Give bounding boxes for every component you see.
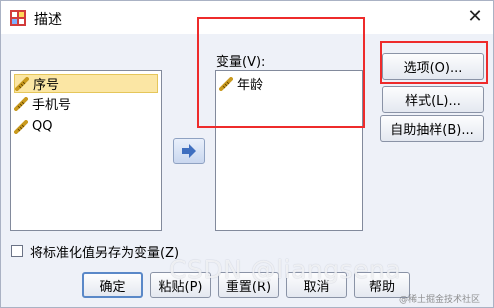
title-bar: 描述 ✕ (1, 1, 493, 34)
source-variable-list[interactable]: 序号 手机号 QQ (10, 70, 162, 231)
variables-list[interactable]: 年龄 (215, 70, 363, 231)
help-button[interactable]: 帮助 (354, 272, 410, 298)
list-item[interactable]: 序号 (14, 74, 158, 93)
options-button[interactable]: 选项(O)... (382, 53, 484, 80)
close-icon[interactable]: ✕ (463, 4, 487, 30)
list-item-label: 序号 (33, 78, 60, 93)
paste-button[interactable]: 粘贴(P) (150, 272, 211, 298)
style-button[interactable]: 样式(L)... (382, 86, 484, 113)
reset-button[interactable]: 重置(R) (218, 272, 279, 298)
ruler-icon (14, 119, 28, 134)
ruler-icon (15, 76, 29, 91)
ruler-icon (219, 76, 233, 91)
list-item[interactable]: 年龄 (219, 74, 359, 93)
descriptives-dialog: 描述 ✕ 序号 手机号 QQ 变量(V): 年龄 选项(O)... 样式(L).… (0, 0, 494, 308)
cancel-button[interactable]: 取消 (286, 272, 347, 298)
save-standardized-label: 将标准化值另存为变量(Z) (30, 246, 180, 261)
save-standardized-checkbox[interactable] (11, 245, 23, 257)
ruler-icon (14, 96, 28, 111)
bootstrap-button[interactable]: 自助抽样(B)... (380, 115, 484, 142)
right-arrow-icon (182, 144, 196, 158)
spss-app-icon (10, 10, 26, 26)
list-item-label: 手机号 (32, 98, 72, 113)
list-item-label: 年龄 (237, 78, 264, 93)
list-item[interactable]: 手机号 (14, 94, 158, 113)
dialog-title: 描述 (34, 12, 62, 28)
list-item-label: QQ (32, 119, 53, 134)
list-item[interactable]: QQ (14, 117, 158, 136)
ok-button[interactable]: 确定 (82, 272, 143, 298)
variables-label: 变量(V): (216, 55, 266, 70)
corner-watermark: @稀土掘金技术社区 (399, 295, 481, 305)
move-to-variables-button[interactable] (173, 138, 205, 164)
